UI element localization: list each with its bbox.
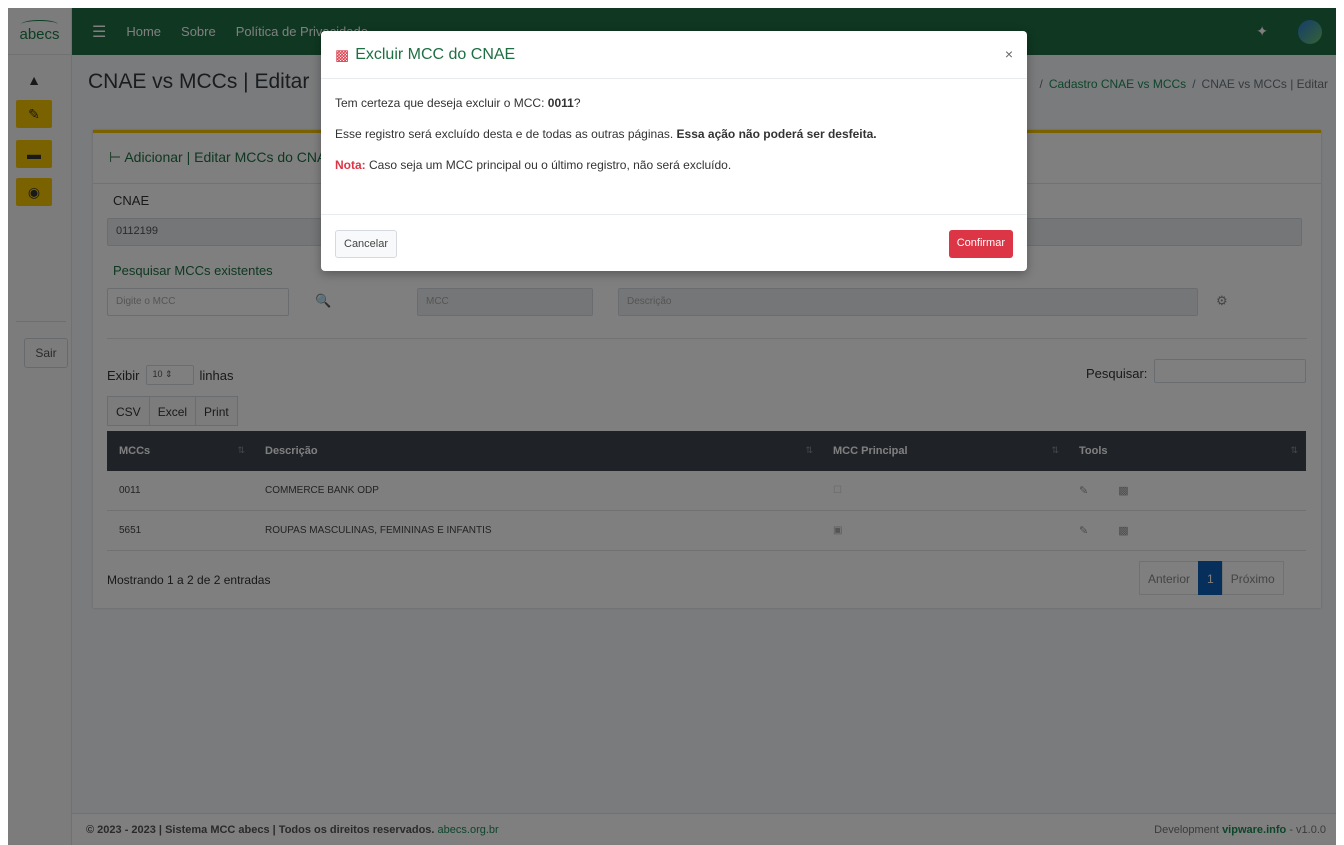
warning-text: Esse registro será excluído desta e de t… — [335, 126, 1013, 142]
close-icon[interactable]: × — [1005, 46, 1013, 62]
confirm-question: Tem certeza que deseja excluir o MCC: 00… — [335, 95, 1013, 111]
delete-modal: ▩ Excluir MCC do CNAE × Tem certeza que … — [321, 31, 1027, 271]
confirm-button[interactable]: Confirmar — [948, 230, 1013, 258]
trash-icon: ▩ — [335, 46, 350, 64]
question-mark: ? — [573, 96, 581, 110]
note-body: Caso seja um MCC principal ou o último r… — [369, 158, 732, 172]
modal-header: ▩ Excluir MCC do CNAE × — [321, 31, 1027, 79]
modal-title: Excluir MCC do CNAE — [355, 45, 516, 63]
modal-footer: Cancelar Confirmar — [321, 214, 1027, 271]
confirm-question-text: Tem certeza que deseja excluir o MCC: — [335, 96, 545, 110]
note-text: Nota: Caso seja um MCC principal ou o úl… — [335, 157, 1013, 173]
mcc-code: 0011 — [547, 96, 574, 110]
modal-body: Tem certeza que deseja excluir o MCC: 00… — [321, 79, 1027, 204]
warning-text-bold: Essa ação não poderá ser desfeita. — [676, 127, 877, 141]
warning-text-main: Esse registro será excluído desta e de t… — [335, 127, 674, 141]
note-label: Nota: — [335, 158, 366, 172]
cancel-button[interactable]: Cancelar — [335, 230, 398, 258]
